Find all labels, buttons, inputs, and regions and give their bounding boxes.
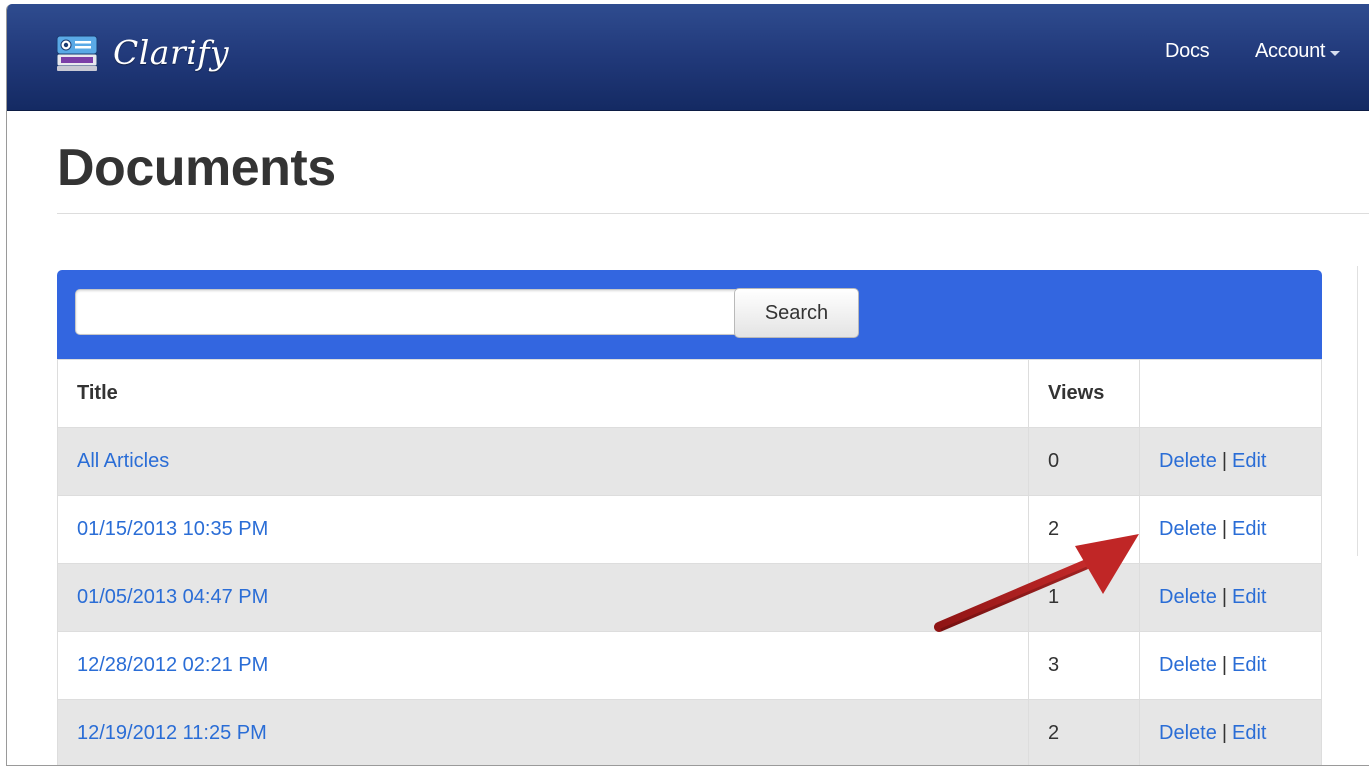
edit-link[interactable]: Edit xyxy=(1232,518,1266,540)
delete-link[interactable]: Delete xyxy=(1159,654,1217,676)
chevron-down-icon xyxy=(1330,50,1341,56)
top-navbar: Clarify Docs Account xyxy=(7,4,1369,111)
column-header-views: Views xyxy=(1028,359,1140,428)
nav-account-label: Account xyxy=(1255,40,1326,62)
table-row: 01/05/2013 04:47 PM 1 Delete | Edit xyxy=(57,563,1322,632)
action-separator: | xyxy=(1221,518,1228,540)
search-input[interactable] xyxy=(75,289,741,335)
camera-logo-icon xyxy=(56,35,98,71)
edit-link[interactable]: Edit xyxy=(1232,450,1266,472)
views-count: 0 xyxy=(1048,450,1060,472)
action-separator: | xyxy=(1221,450,1228,472)
document-title-link[interactable]: 12/28/2012 02:21 PM xyxy=(77,654,268,676)
table-row: 12/28/2012 02:21 PM 3 Delete | Edit xyxy=(57,631,1322,700)
table-row: 12/19/2012 11:25 PM 2 Delete | Edit xyxy=(57,699,1322,765)
column-header-actions xyxy=(1139,359,1322,428)
document-title-link[interactable]: 01/05/2013 04:47 PM xyxy=(77,586,268,608)
table-row: 01/15/2013 10:35 PM 2 Delete | Edit xyxy=(57,495,1322,564)
edit-link[interactable]: Edit xyxy=(1232,654,1266,676)
delete-link[interactable]: Delete xyxy=(1159,518,1217,540)
column-header-title: Title xyxy=(77,382,118,404)
search-bar: Search xyxy=(57,270,1322,359)
delete-link[interactable]: Delete xyxy=(1159,450,1217,472)
page-title: Documents xyxy=(57,139,336,197)
document-title-link[interactable]: All Articles xyxy=(77,450,169,472)
table-row: All Articles 0 Delete | Edit xyxy=(57,427,1322,496)
document-title-link[interactable]: 12/19/2012 11:25 PM xyxy=(77,722,267,744)
title-divider xyxy=(57,213,1369,214)
nav-account-dropdown[interactable]: Account xyxy=(1255,40,1341,63)
action-separator: | xyxy=(1221,586,1228,608)
nav-docs-link[interactable]: Docs xyxy=(1165,40,1210,63)
views-count: 2 xyxy=(1048,518,1060,540)
edit-link[interactable]: Edit xyxy=(1232,586,1266,608)
side-panel-edge xyxy=(1357,266,1369,556)
brand-name: Clarify xyxy=(113,32,230,72)
action-separator: | xyxy=(1221,654,1228,676)
table-header-row: Title Views xyxy=(58,359,1322,428)
documents-table: Title Views All Articles 0 Delete | Edit 0… xyxy=(57,359,1322,765)
brand-link[interactable]: Clarify xyxy=(55,22,229,82)
views-count: 1 xyxy=(1048,586,1060,608)
delete-link[interactable]: Delete xyxy=(1159,722,1217,744)
action-separator: | xyxy=(1221,722,1228,744)
browser-viewport: Clarify Docs Account Documents Search Ti… xyxy=(6,4,1369,766)
document-title-link[interactable]: 01/15/2013 10:35 PM xyxy=(77,518,268,540)
views-count: 3 xyxy=(1048,654,1060,676)
edit-link[interactable]: Edit xyxy=(1232,722,1266,744)
views-count: 2 xyxy=(1048,722,1060,744)
delete-link[interactable]: Delete xyxy=(1159,586,1217,608)
search-button[interactable]: Search xyxy=(734,288,859,338)
